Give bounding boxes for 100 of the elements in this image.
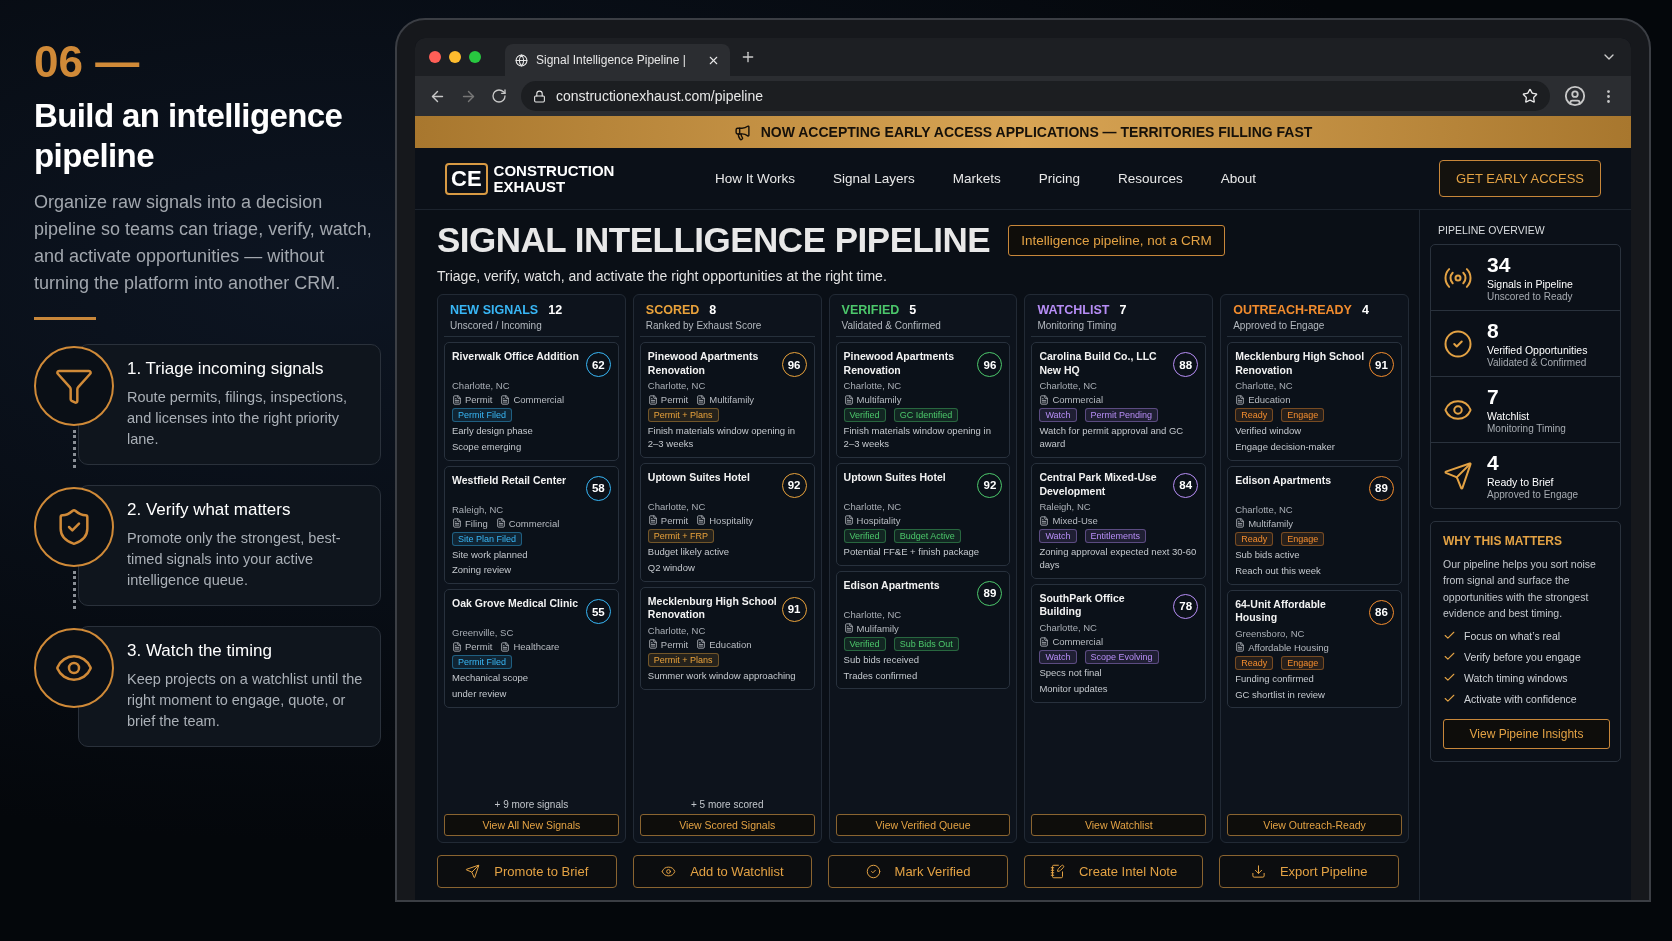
step-text: Promote only the strongest, best-timed signals into your active intelligence queue. (127, 529, 342, 591)
signal-card[interactable]: Mecklenburg High School Renovation 91 Charlotte, NC Permit Education Permit + Plans Summer work window approaching (639, 586, 815, 690)
logo-mark[interactable]: CE (445, 162, 488, 195)
project-location: Greenville, SC (452, 627, 515, 639)
card-note: Zoning review (452, 564, 513, 578)
card-note: Sub bids active (1235, 548, 1301, 562)
card-note: Reach out this week (1235, 564, 1322, 578)
star-icon[interactable] (1522, 88, 1538, 104)
nav-link[interactable]: About (1220, 171, 1256, 186)
close-window-dot[interactable] (429, 51, 441, 63)
column-view-button[interactable]: View Verified Queue (835, 814, 1011, 836)
action-button[interactable]: Mark Verified (828, 855, 1008, 888)
project-tag: Permit (660, 638, 689, 650)
document-icon (696, 394, 707, 405)
nav-link[interactable]: Pricing (1038, 171, 1081, 186)
insights-button[interactable]: View Pipeine Insights (1443, 719, 1610, 750)
minimize-window-dot[interactable] (449, 51, 461, 63)
note-icon (1049, 864, 1065, 879)
stat-value: 4 (1487, 451, 1500, 475)
description: Organize raw signals into a decision pipeline so teams can triage, verify, watch, and activate opportunities — without turning the platform into another CRM. (34, 191, 373, 296)
signal-card[interactable]: Pinewood Apartments Renovation 96 Charlotte, NC Permit Multifamily Permit + Plans Finish materials window opening in 2–3 weeks (639, 342, 815, 458)
document-icon (1235, 394, 1246, 405)
profile-icon[interactable] (1564, 85, 1586, 107)
page-title: SIGNAL INTELLIGENCE PIPELINE (437, 220, 991, 260)
document-icon (495, 518, 506, 529)
nav-link[interactable]: Resources (1118, 171, 1183, 186)
nav-link[interactable]: How It Works (715, 171, 795, 186)
action-button[interactable]: Export Pipeline (1219, 855, 1399, 888)
column-title: OUTREACH-READY (1233, 303, 1352, 317)
signal-card[interactable]: Riverwalk Office Addition 62 Charlotte, NC Permit Commercial Permit Filed Early design phase Scope emerging (444, 342, 619, 461)
status-badge: Verified (843, 528, 886, 543)
signal-card[interactable]: Oak Grove Medical Clinic 55 Greenville, SC Permit Healthcare Permit Filed Mechanical scope under review (444, 589, 619, 708)
card-note: Summer work window approaching (647, 669, 797, 683)
signal-card[interactable]: Uptown Suites Hotel 92 Charlotte, NC Permit Hospitality Permit + FRP Budget likely active Q2 window (639, 462, 815, 582)
browser-tab[interactable]: Signal Intelligence Pipeline | (505, 44, 730, 76)
action-button[interactable]: Create Intel Note (1023, 855, 1204, 888)
nav-link[interactable]: Signal Layers (833, 171, 915, 186)
signal-card[interactable]: Westfield Retail Center 58 Raleigh, NC Filing Commercial Site Plan Filed Site work planned Zoning review (444, 465, 619, 585)
card-note: Zoning approval expected next 30-60 days (1039, 546, 1198, 572)
heading: Build an intelligence pipeline (34, 96, 344, 176)
status-badge: Engage (1281, 655, 1325, 670)
paper-plane-icon (1443, 460, 1473, 491)
logo-name[interactable]: CONSTRUCTION EXHAUST (493, 162, 624, 195)
project-tag: Permit (660, 514, 689, 526)
status-badge: Watch (1039, 650, 1077, 665)
column-view-button[interactable]: View All New Signals (444, 814, 619, 836)
project-tag: Hospitality (709, 514, 754, 526)
project-location: Charlotte, NC (1235, 503, 1294, 515)
signal-card[interactable]: SouthPark Office Building 78 Charlotte, NC Commercial Watch Scope Evolving Specs not final Monitor updates (1031, 583, 1207, 703)
project-tag: Filing (465, 517, 488, 529)
signal-card[interactable]: Uptown Suites Hotel 92 Charlotte, NC Hospitality Verified Budget Active Potential FF&E + finish package (835, 462, 1011, 566)
card-note: Engage decision-maker (1235, 441, 1336, 454)
project-location: Charlotte, NC (647, 500, 707, 512)
column-view-button[interactable]: View Watchlist (1031, 814, 1207, 836)
signal-card[interactable]: Pinewood Apartments Renovation 96 Charlotte, NC Multifamily Verified GC Identified Finish materials window opening in 2–3 weeks (835, 342, 1011, 458)
column-subtitle: Ranked by Exhaust Score (645, 320, 763, 331)
more-count: + 9 more signals (494, 799, 569, 810)
nav-link[interactable]: Markets (952, 171, 1001, 186)
project-tag: Commercial (1052, 636, 1104, 648)
status-badge: Ready (1235, 655, 1274, 670)
status-badge: Scope Evolving (1084, 650, 1159, 665)
check-circle-icon (1443, 328, 1473, 359)
status-badge: Permit Pending (1084, 408, 1159, 423)
project-tag: Education (1248, 394, 1291, 406)
project-location: Raleigh, NC (452, 503, 505, 515)
project-title: Oak Grove Medical Clinic (452, 597, 580, 611)
signal-card[interactable]: Mecklenburg High School Renovation 91 Charlotte, NC Education Ready Engage Verified window Engage decision-maker (1227, 342, 1402, 461)
project-tag: Permit (465, 394, 493, 405)
column-count: 12 (548, 303, 563, 317)
project-tag: Education (709, 638, 752, 650)
address-bar[interactable]: constructionexhaust.com/pipeline (521, 81, 1550, 111)
new-tab-icon[interactable] (740, 49, 756, 65)
project-tag: Affordable Housing (1248, 641, 1329, 653)
project-title: Pinewood Apartments Renovation (843, 350, 956, 378)
signal-card[interactable]: Edison Apartments 89 Charlotte, NC Multifamily Ready Engage Sub bids active Reach out this week (1227, 465, 1402, 585)
maximize-window-dot[interactable] (469, 51, 481, 63)
signal-card[interactable]: Edison Apartments 89 Charlotte, NC Mulifamily Verified Sub Bids Out Sub bids received Trades confirmed (835, 570, 1011, 690)
signal-card[interactable]: Carolina Build Co., LLC New HQ 88 Charlotte, NC Commercial Watch Permit Pending Watch for permit approval and GC award (1031, 342, 1207, 458)
action-button[interactable]: Promote to Brief (437, 855, 617, 888)
card-note: Budget likely active (647, 545, 731, 559)
card-note: Q2 window (647, 561, 696, 575)
signal-card[interactable]: 64-Unit Affordable Housing 86 Greensboro, NC Affordable Housing Ready Engage Funding confirmed GC shortlist in review (1227, 589, 1402, 709)
action-button[interactable]: Add to Watchlist (632, 855, 813, 888)
card-note: Early design phase (452, 425, 534, 438)
project-tag: Commercial (508, 517, 560, 529)
signal-card[interactable]: Central Park Mixed-Use Development 84 Raleigh, NC Mixed-Use Watch Entitlements Zoning approval expected next 30-60 days (1031, 462, 1207, 579)
column-view-button[interactable]: View Scored Signals (639, 814, 815, 836)
project-location: Charlotte, NC (1039, 622, 1098, 634)
project-tag: Hospitality (856, 514, 901, 526)
status-badge: Engage (1281, 408, 1325, 423)
step-title: 2. Verify what matters (127, 500, 292, 521)
url-text: constructionexhaust.com/pipeline (556, 88, 764, 104)
stat-label: Watchlist (1487, 410, 1531, 422)
document-icon (1235, 518, 1246, 529)
early-access-button[interactable]: GET EARLY ACCESS (1439, 160, 1601, 197)
reload-icon[interactable] (491, 88, 507, 104)
column-view-button[interactable]: View Outreach-Ready (1227, 814, 1402, 836)
card-note: under review (452, 688, 508, 701)
step-number: 06 — (34, 40, 141, 84)
project-location: Greensboro, NC (1235, 627, 1306, 639)
